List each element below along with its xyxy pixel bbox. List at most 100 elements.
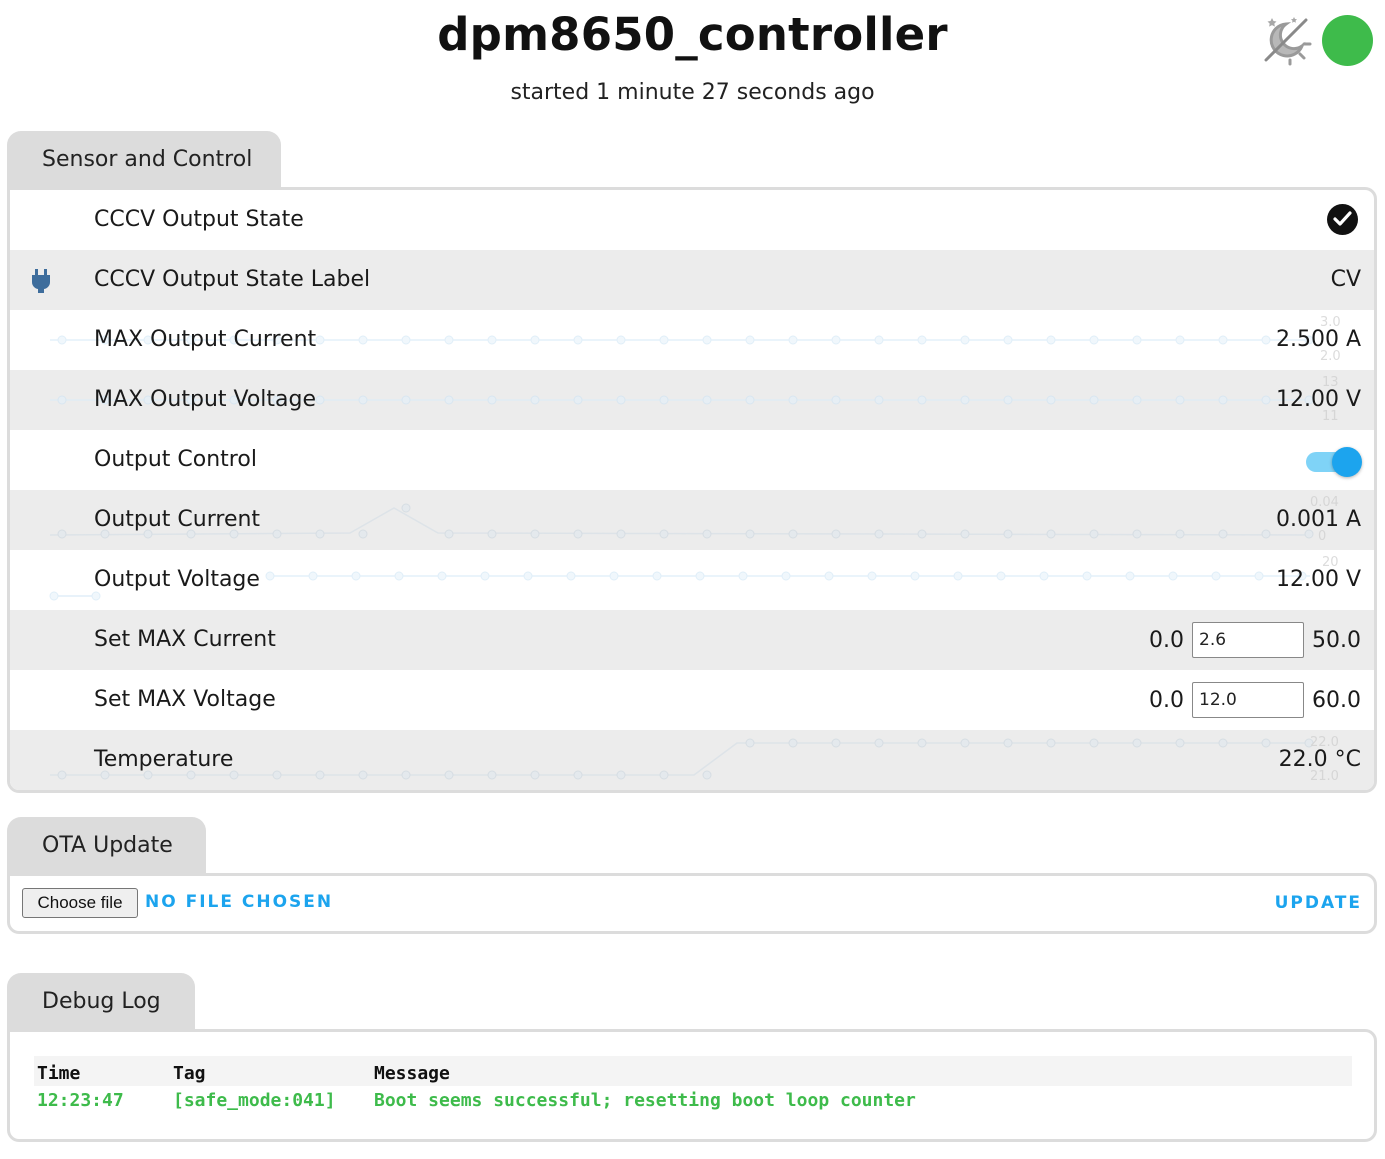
entity-row-temperature: 22.0 21.0 Temperature 22.0 °C <box>10 730 1374 790</box>
sparkline-point <box>401 395 411 405</box>
entity-label: Temperature <box>94 747 234 772</box>
sparkline-point <box>1089 529 1099 539</box>
sparkline-point <box>1175 395 1185 405</box>
sparkline-point <box>265 571 275 581</box>
entity-row-max-output-voltage: 13 11 MAX Output Voltage 12.00 V <box>10 370 1374 430</box>
sparkline-point <box>1218 395 1228 405</box>
sparkline-point <box>315 529 325 539</box>
sparkline-point <box>1089 738 1099 748</box>
sparkline-point <box>1261 738 1271 748</box>
sparkline-point <box>831 738 841 748</box>
sparkline-point <box>1003 738 1013 748</box>
sparkline-point <box>57 529 67 539</box>
entity-label: Set MAX Current <box>94 627 276 652</box>
sparkline-point <box>1089 395 1099 405</box>
sparkline-point <box>186 770 196 780</box>
sparkline-point <box>831 395 841 405</box>
sparkline-point <box>910 571 920 581</box>
theme-toggle-icon[interactable] <box>1260 14 1314 66</box>
number-control: 0.0 50.0 <box>1149 622 1361 658</box>
number-min: 0.0 <box>1149 687 1185 713</box>
sparkline-point <box>1218 738 1228 748</box>
sparkline-point <box>616 770 626 780</box>
sparkline-point <box>745 529 755 539</box>
sparkline-point <box>1261 335 1271 345</box>
sparkline-point <box>487 395 497 405</box>
sparkline-point <box>867 571 877 581</box>
sparkline-point <box>1175 738 1185 748</box>
sparkline-point <box>652 571 662 581</box>
entity-label: MAX Output Voltage <box>94 387 317 412</box>
sparkline-point <box>1254 571 1264 581</box>
sparkline-point <box>401 335 411 345</box>
sparkline-point <box>573 770 583 780</box>
sparkline-point <box>57 770 67 780</box>
choose-file-button[interactable]: Choose file <box>22 888 138 918</box>
sparkline-point <box>788 335 798 345</box>
number-min: 0.0 <box>1149 627 1185 653</box>
set-max-voltage-input[interactable] <box>1192 682 1305 718</box>
sparkline-point <box>100 770 110 780</box>
sparkline-point <box>143 770 153 780</box>
sparkline-point <box>738 571 748 581</box>
entity-row-output-voltage: 20 Output Voltage 12.00 V <box>10 550 1374 610</box>
connection-status-indicator <box>1322 15 1373 66</box>
update-button[interactable]: UPDATE <box>1275 893 1362 913</box>
entity-row-set-max-voltage: Set MAX Voltage 0.0 60.0 <box>10 670 1374 730</box>
sparkline-point <box>1175 335 1185 345</box>
sparkline-point <box>702 335 712 345</box>
tab-ota-update[interactable]: OTA Update <box>7 817 206 875</box>
switch-knob <box>1332 447 1362 477</box>
log-time: 12:23:47 <box>37 1089 124 1111</box>
entity-row-output-control: Output Control <box>10 430 1374 490</box>
sparkline-point <box>530 529 540 539</box>
sensor-and-control-panel: CCCV Output State CCCV Output State Labe… <box>7 187 1377 793</box>
sparkline-point <box>401 770 411 780</box>
number-max: 50.0 <box>1312 627 1361 653</box>
tab-debug-log[interactable]: Debug Log <box>7 973 195 1031</box>
sparkline-point <box>229 770 239 780</box>
sparkline-point <box>444 395 454 405</box>
sparkline-point <box>917 335 927 345</box>
sparkline-point <box>530 395 540 405</box>
sparkline-point <box>659 770 669 780</box>
sparkline-point <box>1261 395 1271 405</box>
sparkline-point <box>831 335 841 345</box>
debug-log: Time Tag Message 12:23:47 [safe_mode:041… <box>10 1032 1374 1139</box>
sparkline-point <box>308 571 318 581</box>
sparkline-point <box>1175 529 1185 539</box>
sparkline-point <box>960 335 970 345</box>
sparkline-point <box>659 529 669 539</box>
log-entry: 12:23:47 [safe_mode:041] Boot seems succ… <box>34 1086 1352 1114</box>
sparkline-point <box>745 738 755 748</box>
column-header-tag: Tag <box>170 1056 371 1086</box>
sparkline-point <box>315 395 325 405</box>
log-table: Time Tag Message 12:23:47 [safe_mode:041… <box>34 1056 1352 1114</box>
sparkline-point <box>1125 571 1135 581</box>
column-header-time: Time <box>34 1056 170 1086</box>
entity-label: Set MAX Voltage <box>94 687 276 712</box>
page-title: dpm8650_controller <box>437 8 948 61</box>
entity-label: CCCV Output State <box>94 207 304 232</box>
power-plug-icon <box>31 269 51 293</box>
entity-label: Output Control <box>94 447 257 472</box>
sparkline-point <box>272 770 282 780</box>
sparkline-point <box>874 335 884 345</box>
sparkline-point <box>566 571 576 581</box>
sparkline-point <box>523 571 533 581</box>
sparkline-point <box>315 335 325 345</box>
output-control-switch[interactable] <box>1304 447 1362 477</box>
sparkline-point <box>358 335 368 345</box>
tab-sensor-and-control[interactable]: Sensor and Control <box>7 131 281 189</box>
entity-label: Output Voltage <box>94 567 260 592</box>
sparkline-point <box>487 529 497 539</box>
sparkline-point <box>1218 529 1228 539</box>
sparkline-point <box>996 571 1006 581</box>
set-max-current-input[interactable] <box>1192 622 1305 658</box>
sparkline-point <box>616 395 626 405</box>
sparkline-point <box>788 529 798 539</box>
number-max: 60.0 <box>1312 687 1361 713</box>
sparkline-point <box>530 335 540 345</box>
sparkline-point <box>573 529 583 539</box>
sparkline-point <box>573 395 583 405</box>
